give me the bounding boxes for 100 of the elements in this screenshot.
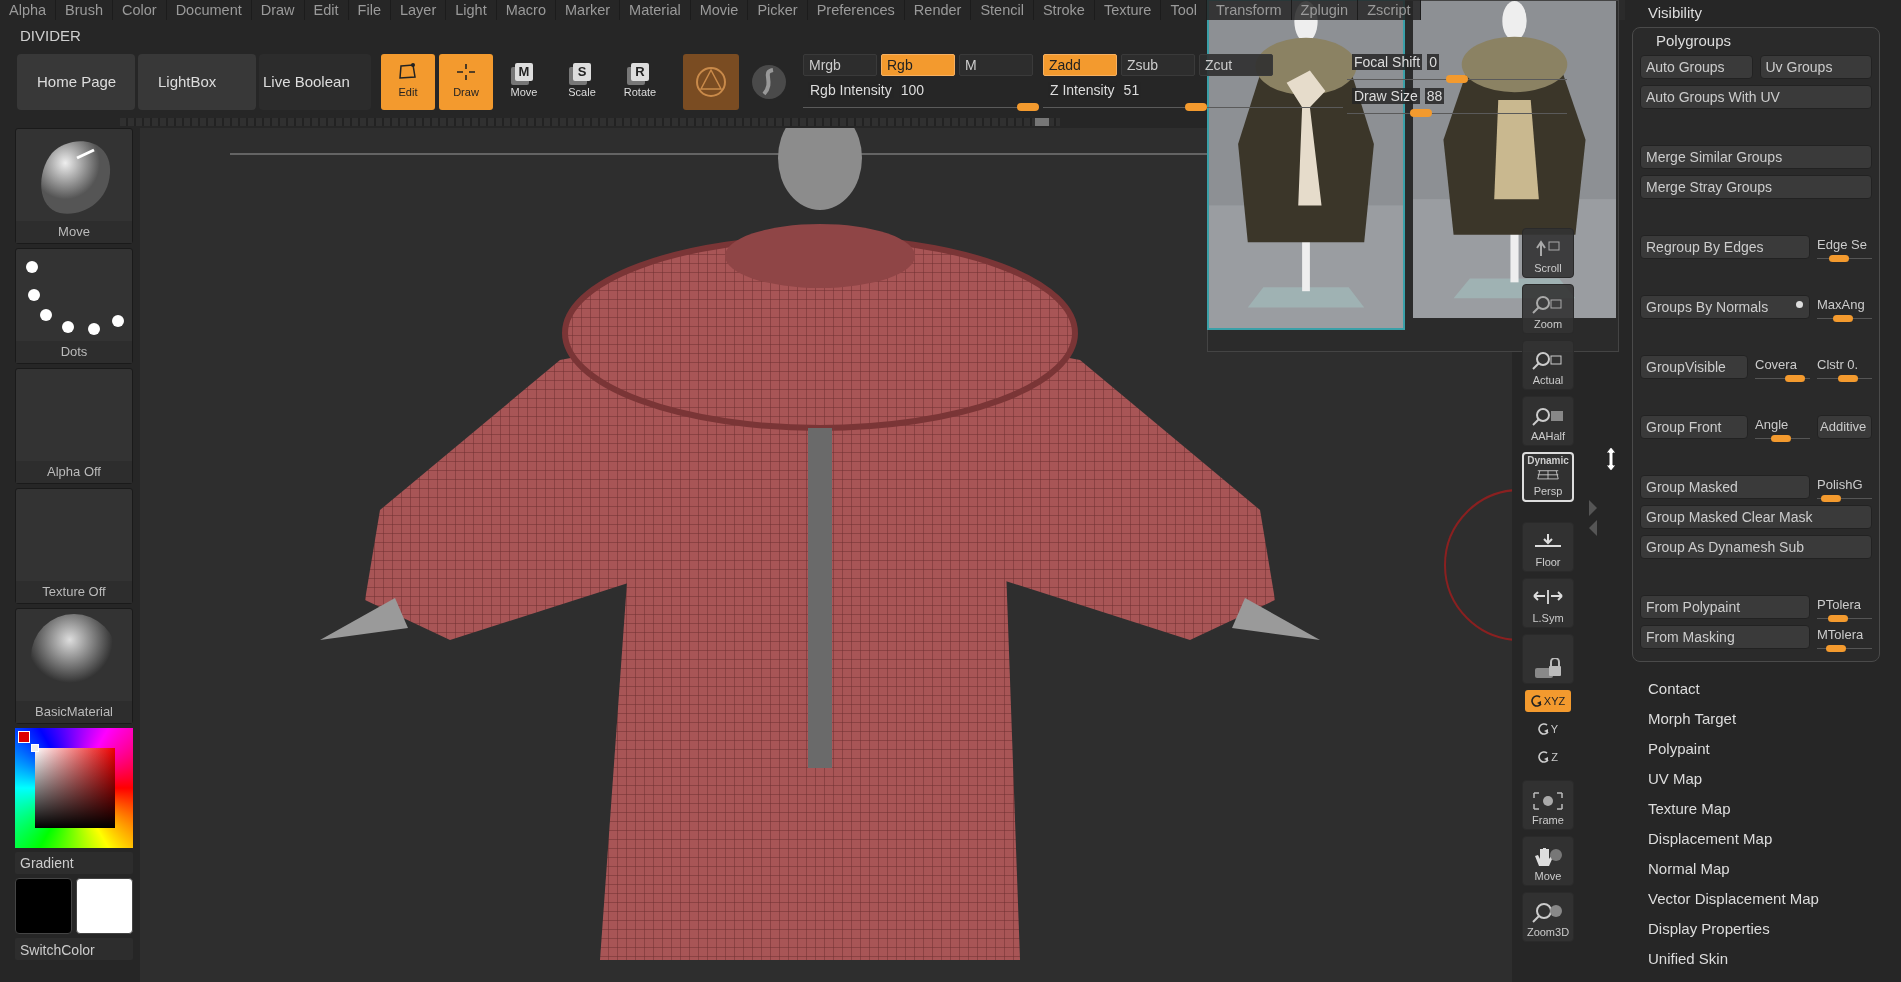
panel-button[interactable]: From Polypaint: [1640, 595, 1810, 619]
tool-button[interactable]: Edit: [381, 54, 435, 110]
menu-item[interactable]: Picker: [748, 0, 808, 20]
brush-button[interactable]: Move: [15, 128, 133, 244]
shelf-button[interactable]: LightBox: [138, 54, 256, 110]
menu-item[interactable]: Stencil: [971, 0, 1034, 20]
slider-thumb[interactable]: [1770, 435, 1791, 442]
slider-track[interactable]: [1755, 372, 1810, 379]
subpalette-header[interactable]: Unified Skin: [1632, 944, 1901, 974]
menu-item[interactable]: Stroke: [1033, 0, 1095, 20]
menu-item[interactable]: Alpha: [0, 0, 57, 20]
menu-item[interactable]: Document: [166, 0, 252, 20]
panel-button[interactable]: Uv Groups: [1759, 55, 1872, 79]
view-button[interactable]: Floor: [1522, 522, 1574, 572]
view-button[interactable]: Dynamic Persp: [1522, 452, 1574, 502]
main-color-swatch[interactable]: [15, 878, 72, 934]
subpalette-header[interactable]: Polygroups: [1640, 31, 1872, 55]
subpalette-header[interactable]: Visibility: [1632, 3, 1901, 27]
slider-thumb[interactable]: [1784, 375, 1805, 382]
texture-button[interactable]: Texture Off: [15, 488, 133, 604]
panel-button[interactable]: Group Masked Clear Mask: [1640, 505, 1872, 529]
panel-button[interactable]: Regroup By Edges: [1640, 235, 1810, 259]
panel-button[interactable]: GroupVisible: [1640, 355, 1748, 379]
slider-thumb[interactable]: [1827, 615, 1848, 622]
menu-item[interactable]: Material: [620, 0, 691, 20]
color-picker[interactable]: [15, 728, 133, 848]
panel-button[interactable]: Groups By Normals: [1640, 295, 1810, 319]
mode-button[interactable]: Zadd: [1043, 54, 1117, 76]
material-button[interactable]: BasicMaterial: [15, 608, 133, 724]
subpalette-header[interactable]: Contact: [1632, 674, 1901, 704]
slider-thumb[interactable]: [1184, 103, 1207, 111]
panel-button[interactable]: Additive: [1817, 415, 1872, 439]
view-button[interactable]: [1522, 634, 1574, 684]
panel-button[interactable]: Group Masked: [1640, 475, 1810, 499]
subpalette-header[interactable]: UV Map: [1632, 764, 1901, 794]
panel-button[interactable]: From Masking: [1640, 625, 1810, 649]
toggle-button[interactable]: Live Boolean: [259, 54, 371, 110]
subpalette-header[interactable]: Display Properties: [1632, 914, 1901, 944]
panel-button[interactable]: Merge Similar Groups: [1640, 145, 1872, 169]
menu-item[interactable]: File: [348, 0, 391, 20]
subpalette-header[interactable]: Vector Displacement Map: [1632, 884, 1901, 914]
menu-item[interactable]: Zscript: [1358, 0, 1421, 20]
slider-thumb[interactable]: [1017, 103, 1039, 111]
menu-item[interactable]: Edit: [304, 0, 349, 20]
subpalette-header[interactable]: Texture Map: [1632, 794, 1901, 824]
menu-item[interactable]: Brush: [56, 0, 113, 20]
material-button[interactable]: [683, 54, 739, 110]
shelf-button[interactable]: Home Page: [17, 54, 135, 110]
tool-button[interactable]: Draw: [439, 54, 493, 110]
slider-track[interactable]: [1817, 252, 1872, 259]
view-button[interactable]: Zoom3D: [1522, 892, 1574, 942]
mode-button[interactable]: Rgb: [881, 54, 955, 76]
menu-item[interactable]: Color: [113, 0, 167, 20]
view-button[interactable]: Zoom: [1522, 284, 1574, 334]
view-button[interactable]: L.Sym: [1522, 578, 1574, 628]
panel-button[interactable]: Auto Groups With UV: [1640, 85, 1872, 109]
view-button[interactable]: Scroll: [1522, 228, 1574, 278]
view-button[interactable]: Actual: [1522, 340, 1574, 390]
panel-button[interactable]: Merge Stray Groups: [1640, 175, 1872, 199]
subpalette-header[interactable]: Normal Map: [1632, 854, 1901, 884]
tool-button[interactable]: M Move: [497, 54, 551, 110]
subpalette-header[interactable]: Displacement Map: [1632, 824, 1901, 854]
slider-track[interactable]: [1817, 372, 1872, 379]
shelf-scrollbar[interactable]: [120, 118, 1060, 126]
scrollbar-thumb[interactable]: [1035, 118, 1049, 126]
panel-button[interactable]: Group As Dynamesh Sub: [1640, 535, 1872, 559]
rotate-button[interactable]: XYZ: [1525, 690, 1571, 712]
menu-item[interactable]: Texture: [1094, 0, 1162, 20]
mode-button[interactable]: Mrgb: [803, 54, 877, 76]
menu-item[interactable]: Layer: [390, 0, 447, 20]
menu-item[interactable]: Light: [446, 0, 497, 20]
slider-thumb[interactable]: [1446, 75, 1468, 83]
slider-track[interactable]: [1817, 492, 1872, 499]
subpalette-header[interactable]: Morph Target: [1632, 704, 1901, 734]
view-button[interactable]: Move: [1522, 836, 1574, 886]
menu-item[interactable]: Render: [904, 0, 972, 20]
slider-track[interactable]: [1755, 432, 1810, 439]
subpalette-header[interactable]: Polypaint: [1632, 734, 1901, 764]
slider-track[interactable]: [1817, 642, 1872, 649]
slider-thumb[interactable]: [1410, 109, 1433, 117]
slider-track[interactable]: [1817, 612, 1872, 619]
view-button[interactable]: AAHalf: [1522, 396, 1574, 446]
panel-button[interactable]: Auto Groups: [1640, 55, 1753, 79]
rotate-button[interactable]: Z: [1533, 746, 1563, 768]
menu-item[interactable]: Transform: [1207, 0, 1292, 20]
slider-thumb[interactable]: [1832, 315, 1853, 322]
menu-item[interactable]: Zplugin: [1291, 0, 1359, 20]
switch-color-button[interactable]: SwitchColor: [15, 938, 133, 960]
tool-button[interactable]: R Rotate: [613, 54, 667, 110]
view-button[interactable]: Frame: [1522, 780, 1574, 830]
stroke-button[interactable]: Dots: [15, 248, 133, 364]
slider-thumb[interactable]: [1838, 375, 1858, 382]
mode-button[interactable]: Zcut: [1199, 54, 1273, 76]
slider-track[interactable]: [1817, 312, 1872, 319]
slider-thumb[interactable]: [1829, 255, 1850, 262]
panel-button[interactable]: Group Front: [1640, 415, 1748, 439]
menu-item[interactable]: Marker: [556, 0, 621, 20]
menu-item[interactable]: Preferences: [807, 0, 905, 20]
mode-button[interactable]: M: [959, 54, 1033, 76]
menu-item[interactable]: Macro: [496, 0, 556, 20]
